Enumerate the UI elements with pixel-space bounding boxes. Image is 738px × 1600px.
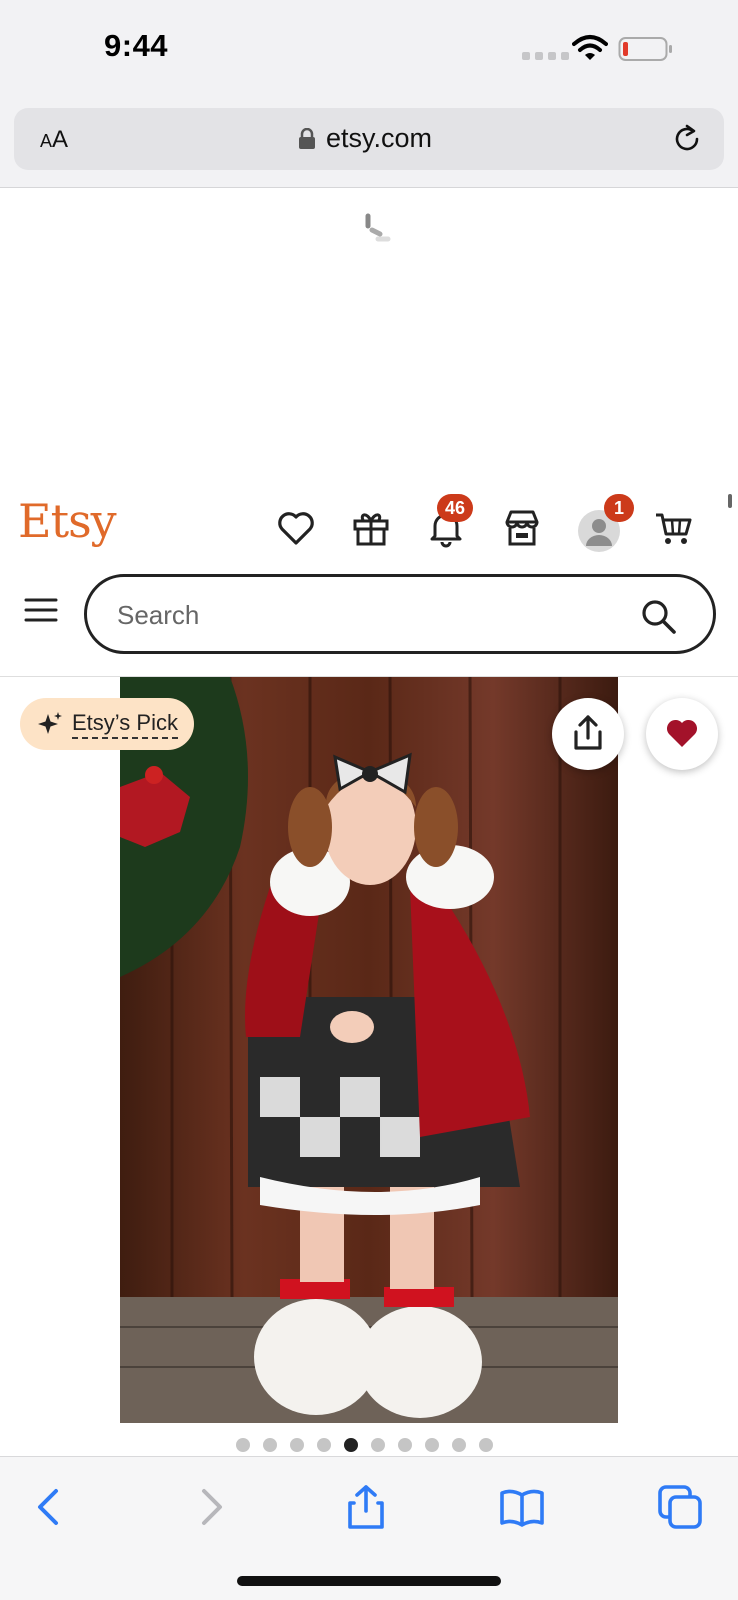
carousel-dot[interactable] <box>398 1438 412 1452</box>
product-image[interactable] <box>120 677 618 1423</box>
search-icon[interactable] <box>639 597 679 637</box>
search-bar[interactable] <box>84 574 716 654</box>
status-bar: 9:44 <box>0 0 738 100</box>
status-time: 9:44 <box>104 28 169 63</box>
address-bar[interactable]: AAAA etsy.com <box>14 108 724 170</box>
etsy-logo[interactable]: Etsy <box>18 494 117 548</box>
share-icon <box>574 715 602 750</box>
scroll-indicator[interactable] <box>728 494 732 508</box>
battery-icon <box>618 37 672 61</box>
carousel-dot[interactable] <box>317 1438 331 1452</box>
search-input[interactable] <box>117 597 597 633</box>
loading-spinner-icon <box>365 213 391 242</box>
signal-icon <box>522 52 569 60</box>
text-size-button[interactable]: AAAA <box>40 126 68 154</box>
sparkle-icon <box>38 712 62 734</box>
etsys-pick-label: Etsy’s Pick <box>72 710 178 739</box>
heart-icon[interactable] <box>276 508 316 548</box>
carousel-dot[interactable] <box>452 1438 466 1452</box>
menu-icon[interactable] <box>24 596 58 624</box>
carousel-dot[interactable] <box>236 1438 250 1452</box>
carousel-dot[interactable] <box>263 1438 277 1452</box>
bookmarks-icon[interactable] <box>498 1483 546 1531</box>
home-indicator[interactable] <box>237 1576 501 1586</box>
forward-icon[interactable] <box>186 1483 234 1531</box>
carousel-dot[interactable] <box>344 1438 358 1452</box>
reload-icon[interactable] <box>670 122 704 156</box>
heart-filled-icon <box>666 719 698 747</box>
etsys-pick-badge[interactable]: Etsy’s Pick <box>20 698 194 750</box>
url-text[interactable]: etsy.com <box>326 123 432 154</box>
favorite-button[interactable] <box>646 698 718 770</box>
page: 9:44 AAAA etsy.com <box>0 0 738 1600</box>
wifi-icon <box>572 35 608 60</box>
share-listing-button[interactable] <box>552 698 624 770</box>
gift-icon[interactable] <box>351 508 391 548</box>
shop-icon[interactable] <box>502 508 542 548</box>
back-icon[interactable] <box>26 1483 74 1531</box>
carousel-dot[interactable] <box>425 1438 439 1452</box>
carousel-dot[interactable] <box>290 1438 304 1452</box>
cart-icon[interactable] <box>654 508 694 548</box>
browser-address-area: AAAA etsy.com <box>0 100 738 188</box>
lock-icon <box>299 128 315 149</box>
tabs-icon[interactable] <box>656 1483 704 1531</box>
notifications-badge: 46 <box>437 494 474 522</box>
carousel-dots[interactable] <box>236 1438 493 1452</box>
share-icon[interactable] <box>342 1483 390 1531</box>
account-badge: 1 <box>604 494 634 522</box>
carousel-dot[interactable] <box>479 1438 493 1452</box>
carousel-dot[interactable] <box>371 1438 385 1452</box>
